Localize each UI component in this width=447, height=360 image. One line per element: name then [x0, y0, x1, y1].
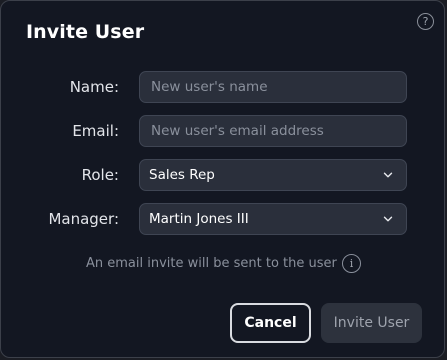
- help-icon[interactable]: ?: [417, 13, 434, 30]
- role-selected-value: Sales Rep: [149, 167, 215, 183]
- info-icon[interactable]: i: [342, 254, 361, 273]
- name-input[interactable]: [139, 71, 407, 103]
- chevron-down-icon: [383, 216, 393, 222]
- role-label: Role:: [81, 166, 119, 184]
- email-input[interactable]: [139, 115, 407, 147]
- chevron-down-icon: [383, 172, 393, 178]
- manager-select[interactable]: Martin Jones III: [139, 203, 407, 235]
- role-select[interactable]: Sales Rep: [139, 159, 407, 191]
- manager-label: Manager:: [48, 210, 119, 228]
- dialog-title: Invite User: [26, 21, 145, 43]
- invite-hint: An email invite will be sent to the user: [86, 256, 337, 271]
- manager-selected-value: Martin Jones III: [149, 211, 249, 227]
- cancel-button[interactable]: Cancel: [230, 303, 311, 343]
- invite-user-button[interactable]: Invite User: [321, 303, 422, 343]
- email-label: Email:: [72, 122, 119, 140]
- name-label: Name:: [69, 78, 119, 96]
- invite-user-dialog: Invite User ? Name: Email: Role: Sales R…: [0, 0, 445, 358]
